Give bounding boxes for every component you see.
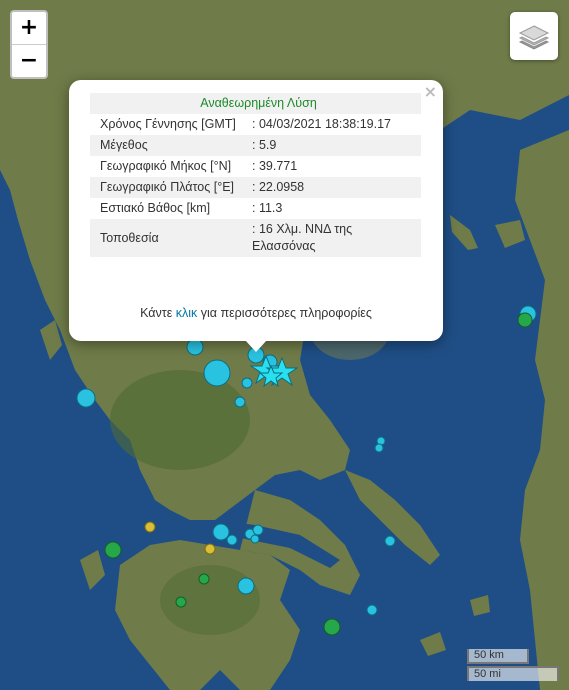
- quake-marker: [186, 338, 204, 356]
- info-key: Γεωγραφικό Μήκος [°N]: [100, 159, 232, 173]
- info-value: : 16 Χλμ. ΝΝΔ της Ελασσόνας: [242, 219, 421, 257]
- quake-marker: [234, 396, 246, 408]
- info-key: Εστιακό Βάθος [km]: [100, 201, 211, 215]
- quake-marker: [104, 541, 122, 559]
- quake-marker: [250, 534, 260, 544]
- more-suffix: για περισσότερες πληροφορίες: [197, 306, 372, 320]
- info-value: : 39.771: [252, 159, 298, 173]
- zoom-out-button[interactable]: −: [12, 45, 46, 77]
- quake-marker: [212, 523, 230, 541]
- earthquake-info-table: Αναθεωρημένη Λύση Χρόνος Γέννησης [GMT]:…: [90, 93, 421, 257]
- quake-marker: [204, 543, 216, 555]
- table-row: Γεωγραφικό Μήκος [°N] : 39.771: [90, 156, 421, 177]
- scale-mi-label: 50 mi: [467, 666, 559, 681]
- info-value: : 04/03/2021 18:38:19.17: [252, 117, 392, 131]
- quake-marker: [323, 618, 341, 636]
- table-row: Γεωγραφικό Πλάτος [°E]: 22.0958: [90, 177, 421, 198]
- info-key: Χρόνος Γέννησης [GMT]: [100, 117, 236, 131]
- zoom-in-button[interactable]: +: [12, 12, 46, 45]
- scale-bar-km: 50 km: [467, 649, 529, 664]
- more-prefix: Κάντε: [140, 306, 176, 320]
- table-row: Εστιακό Βάθος [km] : 11.3: [90, 198, 421, 219]
- quake-marker: [144, 521, 156, 533]
- more-info-text: Κάντε κλικ για περισσότερες πληροφορίες: [69, 306, 443, 320]
- info-key: Γεωγραφικό Πλάτος [°E]: [90, 177, 242, 198]
- info-value: : 11.3: [252, 201, 283, 215]
- quake-marker: [203, 359, 231, 387]
- table-row: Χρόνος Γέννησης [GMT] : 04/03/2021 18:38:…: [90, 114, 421, 135]
- info-value: : 22.0958: [242, 177, 421, 198]
- quake-marker: [198, 573, 210, 585]
- quake-marker: [384, 535, 396, 547]
- scale-bar-mi: 50 mi: [467, 666, 559, 681]
- quake-marker: [175, 596, 187, 608]
- info-key: Μέγεθος: [90, 135, 242, 156]
- popup-tip: [245, 340, 267, 352]
- table-row: Αναθεωρημένη Λύση: [90, 93, 421, 114]
- quake-marker: [76, 388, 96, 408]
- quake-marker: [252, 524, 264, 536]
- table-row: Τοποθεσία: 16 Χλμ. ΝΝΔ της Ελασσόνας: [90, 219, 421, 257]
- table-row: Μέγεθος: 5.9: [90, 135, 421, 156]
- quake-marker: [374, 443, 384, 453]
- popup-heading: Αναθεωρημένη Λύση: [90, 93, 421, 114]
- layers-button[interactable]: [510, 12, 558, 60]
- map-view[interactable]: + − × Αναθεωρημένη Λύση Χρόνος Γέννησης …: [0, 0, 569, 690]
- more-info-link[interactable]: κλικ: [176, 306, 198, 320]
- quake-marker: [241, 377, 253, 389]
- zoom-control: + −: [10, 10, 48, 79]
- layers-icon: [518, 25, 550, 50]
- quake-marker: [237, 577, 255, 595]
- info-value: : 5.9: [242, 135, 421, 156]
- popup-close-button[interactable]: ×: [424, 82, 437, 101]
- quake-marker: [517, 312, 533, 328]
- quake-marker: [366, 604, 378, 616]
- scale-km-label: 50 km: [467, 649, 529, 664]
- info-key: Τοποθεσία: [90, 219, 242, 257]
- quake-marker: [226, 534, 238, 546]
- earthquake-popup: × Αναθεωρημένη Λύση Χρόνος Γέννησης [GMT…: [69, 80, 443, 341]
